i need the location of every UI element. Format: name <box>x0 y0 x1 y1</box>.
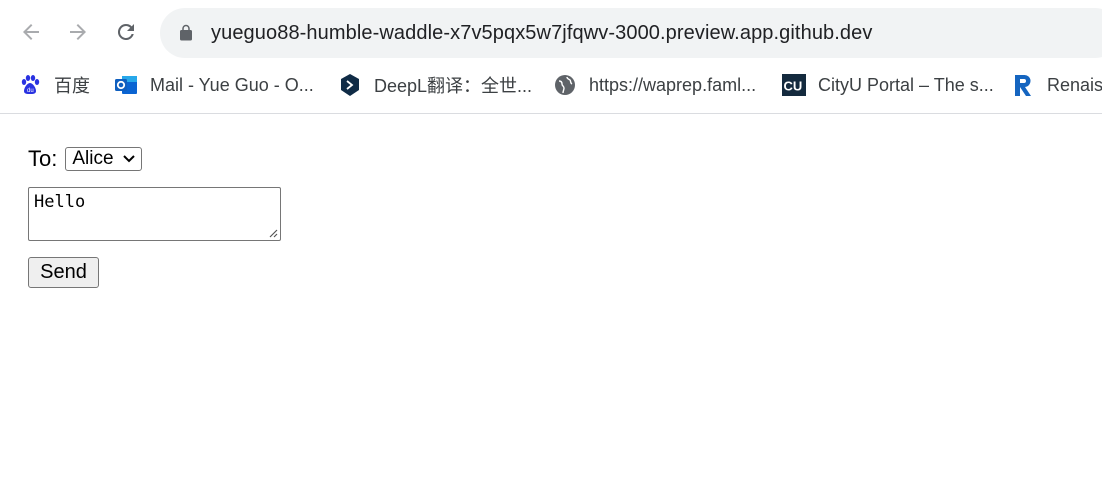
resize-grip-icon[interactable] <box>268 228 278 238</box>
forward-button[interactable] <box>63 17 93 47</box>
bookmark-cityu[interactable]: CU CityU Portal – The s... <box>782 72 994 98</box>
back-button[interactable] <box>16 17 46 47</box>
svg-text:CU: CU <box>784 79 803 94</box>
bookmark-waprep[interactable]: https://waprep.faml... <box>553 72 756 98</box>
outlook-icon <box>114 73 138 97</box>
arrow-right-icon <box>70 24 86 40</box>
bookmark-mail[interactable]: Mail - Yue Guo - O... <box>114 72 314 98</box>
message-text: Hello <box>34 192 86 212</box>
reload-button[interactable] <box>111 17 141 47</box>
reload-icon <box>117 23 134 40</box>
recipient-selected-value: Alice <box>72 148 114 169</box>
bookmark-label: https://waprep.faml... <box>589 74 757 95</box>
send-button-label: Send <box>40 261 87 283</box>
baidu-paw-icon: du <box>18 73 42 97</box>
recipient-select[interactable]: Alice <box>65 147 143 171</box>
bookmark-label: Renaiss <box>1047 74 1102 95</box>
bookmark-renaiss[interactable]: Renaiss <box>1011 72 1102 98</box>
message-form: To: Alice Hello Send <box>28 140 281 288</box>
url-text[interactable]: yueguo88-humble-waddle-x7v5pqx5w7jfqwv-3… <box>211 20 872 46</box>
bookmark-label: CityU Portal – The s... <box>818 74 994 95</box>
svg-text:du: du <box>27 88 34 94</box>
message-textarea[interactable]: Hello <box>28 187 281 241</box>
address-bar[interactable]: yueguo88-humble-waddle-x7v5pqx5w7jfqwv-3… <box>160 8 1102 58</box>
send-button[interactable]: Send <box>28 257 99 288</box>
chevron-down-icon <box>123 155 136 163</box>
to-label: To: <box>28 146 58 171</box>
bookmark-label: Mail - Yue Guo - O... <box>150 74 314 95</box>
lock-icon[interactable] <box>177 24 195 42</box>
bookmark-label: DeepL翻译：全世... <box>374 76 533 96</box>
bookmark-label: 百度 <box>54 76 90 96</box>
cityu-icon: CU <box>782 73 806 97</box>
bookmark-baidu[interactable]: du 百度 <box>18 72 90 98</box>
to-row: To: Alice <box>28 140 143 178</box>
r-logo-icon <box>1011 73 1035 97</box>
deepl-icon <box>338 73 362 97</box>
globe-icon <box>553 73 577 97</box>
browser-chrome: yueguo88-humble-waddle-x7v5pqx5w7jfqwv-3… <box>0 0 1102 114</box>
arrow-left-icon <box>23 24 39 40</box>
bookmark-deepl[interactable]: DeepL翻译：全世... <box>338 72 532 98</box>
bookmarks-bar: du 百度 Mail - Yue Guo - O... DeepL翻译：全世..… <box>0 68 1102 102</box>
